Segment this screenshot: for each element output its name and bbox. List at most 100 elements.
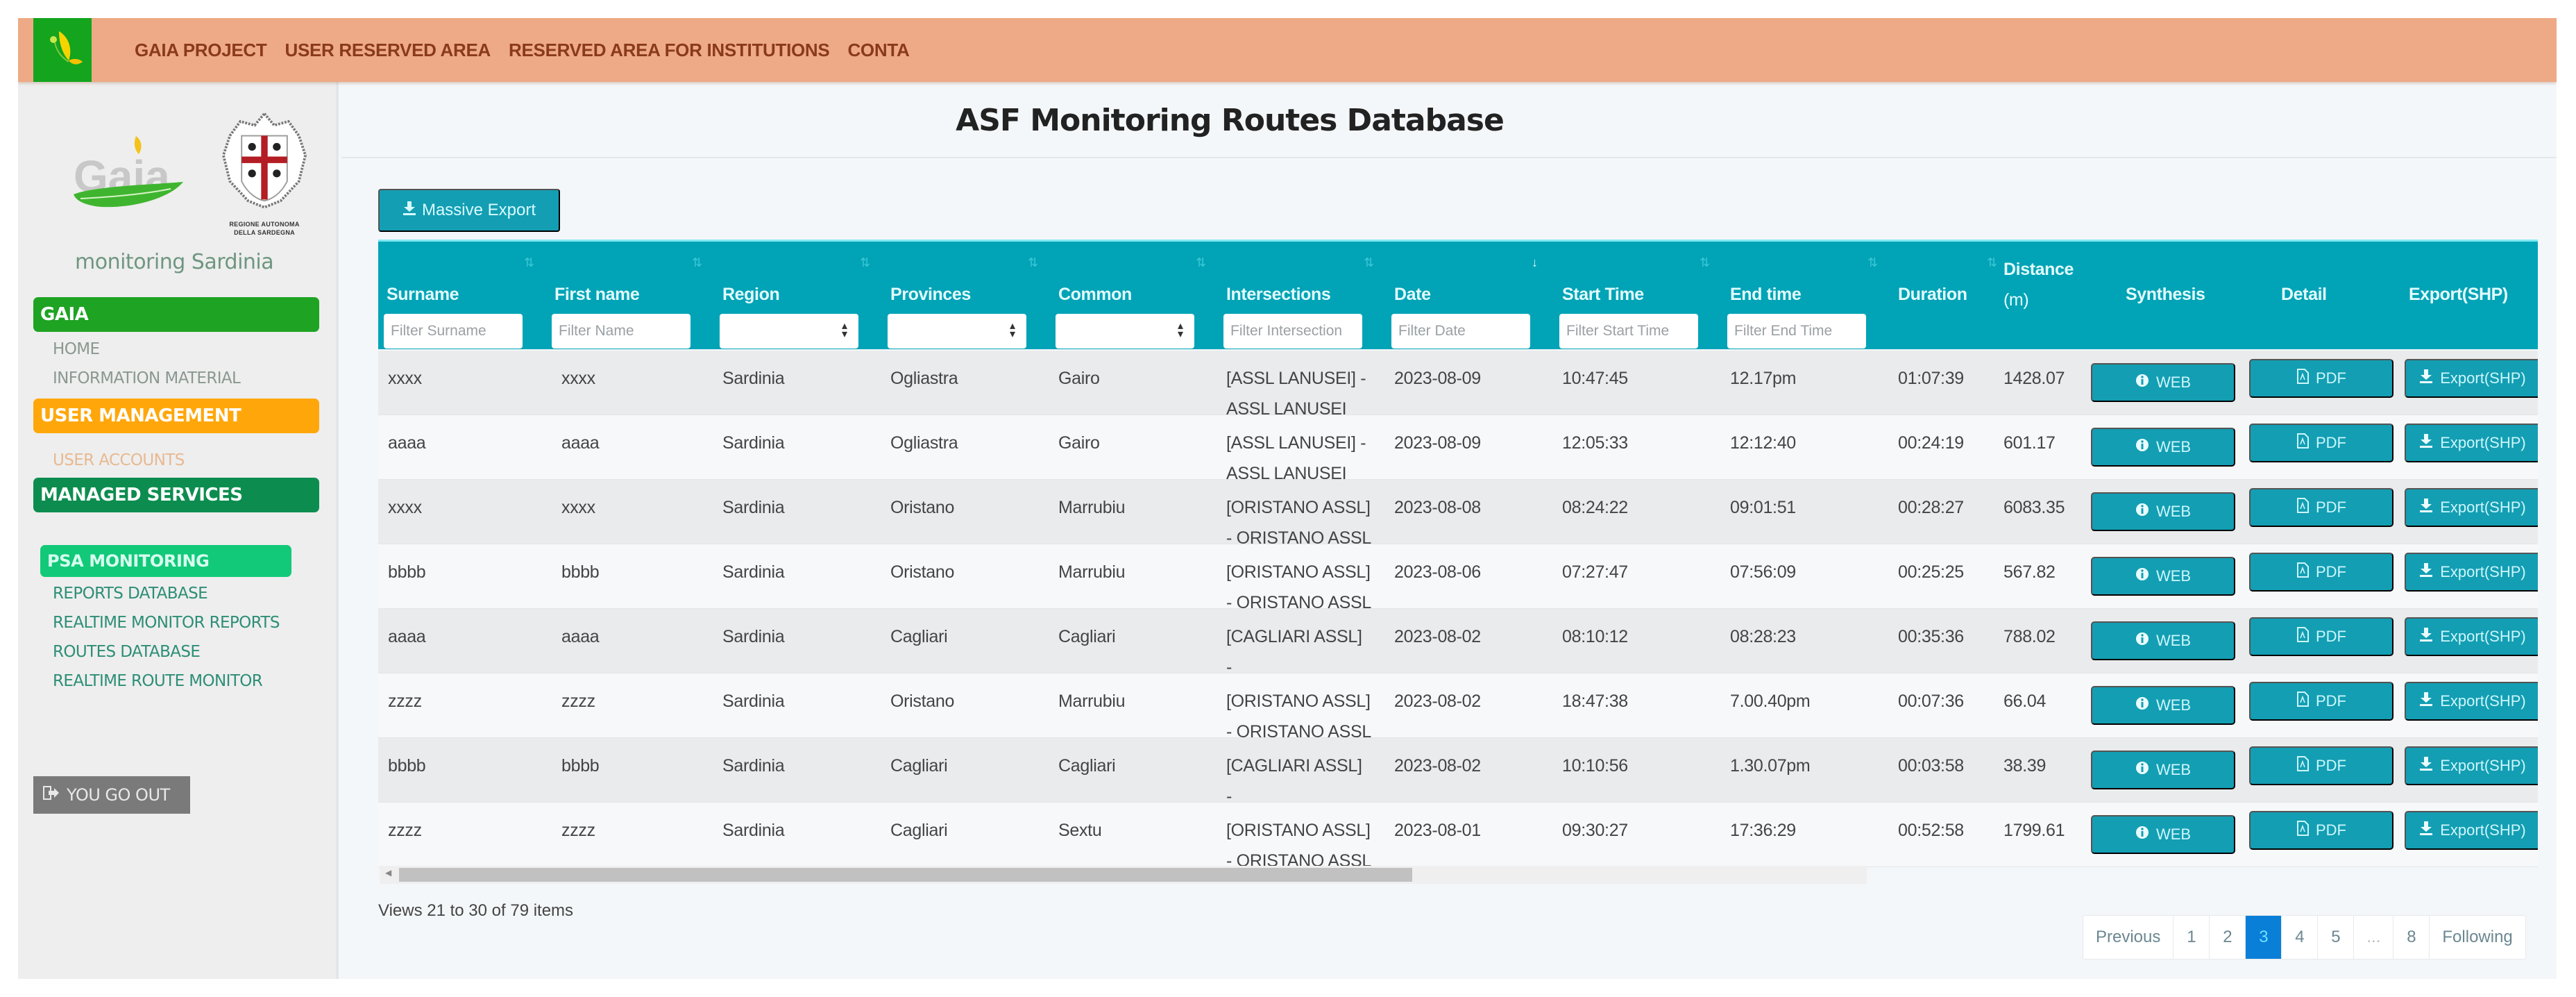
pdf-detail-button[interactable]: PDF bbox=[2249, 682, 2393, 721]
col-provinces[interactable]: Provinces bbox=[890, 285, 971, 305]
export-shp-button[interactable]: Export(SHP) bbox=[2405, 617, 2538, 656]
web-synthesis-button[interactable]: WEB bbox=[2091, 686, 2235, 725]
col-end-time[interactable]: End time bbox=[1730, 285, 1802, 305]
web-synthesis-button[interactable]: WEB bbox=[2091, 751, 2235, 789]
pdf-detail-button[interactable]: PDF bbox=[2249, 424, 2393, 462]
pdf-detail-button[interactable]: PDF bbox=[2249, 488, 2393, 527]
col-date[interactable]: Date bbox=[1394, 285, 1431, 305]
brand-logo[interactable] bbox=[33, 18, 92, 82]
pdf-file-icon bbox=[2296, 433, 2309, 453]
export-shp-button-label: Export(SHP) bbox=[2440, 757, 2526, 774]
section-gaia[interactable]: GAIA bbox=[33, 297, 319, 332]
filter-common-select[interactable]: ▴ ▾ bbox=[1056, 314, 1194, 349]
horizontal-scrollbar[interactable]: ◀ bbox=[380, 866, 1867, 884]
cell-region: Sardinia bbox=[722, 756, 785, 776]
massive-export-button[interactable]: Massive Export bbox=[378, 189, 560, 232]
pagination-page[interactable]: 4 bbox=[2282, 916, 2319, 959]
pdf-detail-button[interactable]: PDF bbox=[2249, 359, 2393, 398]
filter-end-time-input[interactable] bbox=[1727, 314, 1866, 349]
sort-icon[interactable]: ⇅ bbox=[1867, 255, 1878, 270]
filter-surname-input[interactable] bbox=[384, 314, 523, 349]
filter-region-select[interactable]: ▴ ▾ bbox=[720, 314, 858, 349]
col-surname[interactable]: Surname bbox=[387, 285, 459, 305]
nav-reserved-area-institutions[interactable]: RESERVED AREA FOR INSTITUTIONS bbox=[509, 40, 830, 61]
pagination-page[interactable]: 3 bbox=[2246, 916, 2282, 959]
sort-icon[interactable]: ⇅ bbox=[1196, 255, 1206, 270]
web-synthesis-button[interactable]: WEB bbox=[2091, 557, 2235, 596]
col-intersections[interactable]: Intersections bbox=[1226, 285, 1331, 305]
section-managed-services[interactable]: MANAGED SERVICES bbox=[33, 478, 319, 512]
pagination-next[interactable]: Following bbox=[2430, 916, 2525, 959]
filter-start-time-input[interactable] bbox=[1559, 314, 1698, 349]
web-synthesis-button[interactable]: WEB bbox=[2091, 363, 2235, 402]
nav-gaia-project[interactable]: GAIA PROJECT bbox=[135, 40, 267, 61]
select-arrows-icon: ▴ ▾ bbox=[1009, 320, 1015, 340]
export-shp-button[interactable]: Export(SHP) bbox=[2405, 746, 2538, 785]
sort-icon[interactable]: ⇅ bbox=[1987, 255, 1997, 270]
sort-desc-icon[interactable]: ↓ bbox=[1532, 255, 1538, 270]
export-shp-button[interactable]: Export(SHP) bbox=[2405, 811, 2538, 850]
pagination-page[interactable]: 1 bbox=[2174, 916, 2210, 959]
filter-date-input[interactable] bbox=[1391, 314, 1530, 349]
logout-button[interactable]: YOU GO OUT bbox=[33, 776, 190, 814]
sort-icon[interactable]: ⇅ bbox=[1028, 255, 1038, 270]
sidebar-item-information-material[interactable]: INFORMATION MATERIAL bbox=[53, 369, 241, 387]
export-shp-button[interactable]: Export(SHP) bbox=[2405, 682, 2538, 721]
sidebar-item-user-accounts[interactable]: USER ACCOUNTS bbox=[53, 451, 185, 469]
export-shp-button[interactable]: Export(SHP) bbox=[2405, 359, 2538, 398]
col-common[interactable]: Common bbox=[1058, 285, 1132, 305]
sort-icon[interactable]: ⇅ bbox=[1364, 255, 1374, 270]
cell-start-time: 08:24:22 bbox=[1562, 498, 1628, 517]
sort-icon[interactable]: ⇅ bbox=[524, 255, 534, 270]
web-synthesis-button[interactable]: WEB bbox=[2091, 815, 2235, 854]
col-duration[interactable]: Duration bbox=[1898, 285, 1967, 305]
cell-date: 2023-08-02 bbox=[1394, 692, 1481, 711]
select-arrows-icon: ▴ ▾ bbox=[841, 320, 847, 340]
pagination-previous[interactable]: Previous bbox=[2083, 916, 2174, 959]
cell-distance: 788.02 bbox=[2003, 627, 2056, 646]
export-shp-button[interactable]: Export(SHP) bbox=[2405, 424, 2538, 462]
nav-user-reserved-area[interactable]: USER RESERVED AREA bbox=[285, 40, 491, 61]
export-shp-button[interactable]: Export(SHP) bbox=[2405, 488, 2538, 527]
sidebar-item-psa-monitoring[interactable]: PSA MONITORING bbox=[40, 545, 291, 577]
cell-province: Oristano bbox=[890, 692, 955, 711]
sidebar-item-realtime-monitor-reports[interactable]: REALTIME MONITOR REPORTS bbox=[53, 614, 280, 632]
pdf-file-icon bbox=[2296, 498, 2309, 517]
pdf-detail-button[interactable]: PDF bbox=[2249, 811, 2393, 850]
web-synthesis-button[interactable]: WEB bbox=[2091, 428, 2235, 467]
col-start-time[interactable]: Start Time bbox=[1562, 285, 1644, 305]
web-synthesis-button[interactable]: WEB bbox=[2091, 621, 2235, 660]
sidebar-item-realtime-route-monitor[interactable]: REALTIME ROUTE MONITOR bbox=[53, 672, 263, 690]
pagination-page[interactable]: 8 bbox=[2393, 916, 2430, 959]
gaia-logo: Gaia bbox=[67, 131, 192, 221]
scroll-left-icon[interactable]: ◀ bbox=[385, 868, 391, 878]
pdf-detail-button[interactable]: PDF bbox=[2249, 617, 2393, 656]
sidebar-item-reports-database[interactable]: REPORTS DATABASE bbox=[53, 585, 208, 603]
info-icon bbox=[2135, 696, 2149, 714]
col-export: Export(SHP) bbox=[2409, 285, 2508, 304]
filter-intersections-input[interactable] bbox=[1223, 314, 1362, 349]
page-title: ASF Monitoring Routes Database bbox=[956, 103, 1505, 138]
pdf-detail-button[interactable]: PDF bbox=[2249, 553, 2393, 592]
pdf-detail-button[interactable]: PDF bbox=[2249, 746, 2393, 785]
nav-conta[interactable]: CONTA bbox=[847, 40, 909, 61]
sidebar-item-home[interactable]: HOME bbox=[53, 340, 100, 358]
pagination-page[interactable]: 5 bbox=[2318, 916, 2355, 959]
filter-first-name-input[interactable] bbox=[552, 314, 690, 349]
sort-icon[interactable]: ⇅ bbox=[692, 255, 702, 270]
col-region[interactable]: Region bbox=[722, 285, 780, 305]
pagination-page[interactable]: 2 bbox=[2210, 916, 2246, 959]
sort-icon[interactable]: ⇅ bbox=[1700, 255, 1710, 270]
pdf-detail-button-label: PDF bbox=[2316, 692, 2346, 710]
export-shp-button[interactable]: Export(SHP) bbox=[2405, 553, 2538, 592]
sidebar-item-routes-database[interactable]: ROUTES DATABASE bbox=[53, 643, 201, 661]
web-synthesis-button[interactable]: WEB bbox=[2091, 492, 2235, 531]
horizontal-scroll-thumb[interactable] bbox=[399, 868, 1412, 882]
section-user-management[interactable]: USER MANAGEMENT bbox=[33, 399, 319, 433]
sort-icon[interactable]: ⇅ bbox=[860, 255, 870, 270]
web-synthesis-button-label: WEB bbox=[2155, 438, 2192, 455]
filter-provinces-select[interactable]: ▴ ▾ bbox=[888, 314, 1026, 349]
col-distance[interactable]: Distance (m) bbox=[2003, 254, 2074, 315]
col-first-name[interactable]: First name bbox=[554, 285, 640, 305]
cell-region: Sardinia bbox=[722, 562, 785, 582]
